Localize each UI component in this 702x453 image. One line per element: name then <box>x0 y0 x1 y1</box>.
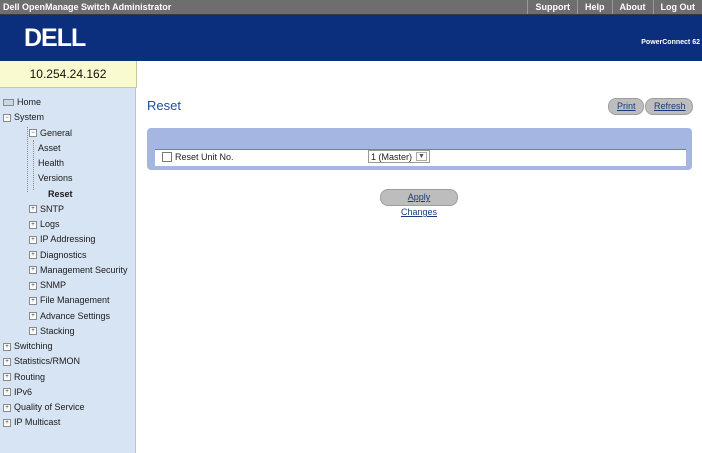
sidebar-item-sntp[interactable]: + SNTP <box>29 204 64 215</box>
sidebar-item-label: Home <box>17 97 42 107</box>
sidebar-item-diagnostics[interactable]: + Diagnostics <box>29 250 87 261</box>
reset-unit-select[interactable]: 1 (Master) ▼ <box>368 150 430 163</box>
plus-icon: + <box>3 357 11 366</box>
sidebar-item-file-management[interactable]: + File Management <box>29 295 110 306</box>
plus-icon: + <box>29 296 37 305</box>
sidebar-item-quality-of-service[interactable]: + Quality of Service <box>3 402 85 413</box>
sidebar-item-ip-multicast[interactable]: + IP Multicast <box>3 417 60 428</box>
plus-icon: + <box>3 388 11 397</box>
app-title: Dell OpenManage Switch Administrator <box>3 2 172 12</box>
page-title: Reset <box>147 98 181 113</box>
sidebar-item-label: Statistics/RMON <box>14 356 81 367</box>
sidebar-item-label: System <box>14 112 45 123</box>
sidebar-item-label: Diagnostics <box>40 249 87 260</box>
plus-icon: + <box>3 403 11 412</box>
minus-icon: − <box>29 129 37 138</box>
sidebar-item-health[interactable]: Health <box>38 158 64 169</box>
sidebar-item-label: Switching <box>14 341 53 351</box>
sidebar-item-label: IP Multicast <box>14 417 61 428</box>
plus-icon: + <box>29 251 37 260</box>
sidebar-item-label: SNMP <box>40 280 67 290</box>
reset-unit-value: 1 (Master) <box>371 151 413 162</box>
print-button[interactable]: Print <box>608 98 644 115</box>
plus-icon: + <box>29 312 37 321</box>
reset-unit-label: Reset Unit No. <box>175 152 234 162</box>
sidebar-item-statistics-rmon[interactable]: + Statistics/RMON <box>3 356 80 367</box>
sidebar-item-label: File Management <box>40 295 110 306</box>
plus-icon: + <box>29 205 37 214</box>
sidebar-item-routing[interactable]: + Routing <box>3 372 45 383</box>
about-link[interactable]: About <box>611 0 653 14</box>
plus-icon: + <box>3 373 11 382</box>
sidebar-item-switching[interactable]: + Switching <box>3 341 53 352</box>
dell-logo: DELL <box>24 24 86 52</box>
help-link[interactable]: Help <box>576 0 612 14</box>
sidebar-item-reset[interactable]: Reset <box>48 189 73 200</box>
sidebar-item-logs[interactable]: + Logs <box>29 219 60 230</box>
sidebar-item-label: General <box>40 127 73 138</box>
tree-line <box>33 140 34 190</box>
sidebar-item-label: Versions <box>38 173 73 184</box>
sidebar-item-label: Management Security <box>40 264 128 275</box>
sidebar-item-label: Health <box>38 158 65 168</box>
sidebar-item-label: IP Addressing <box>40 234 96 245</box>
sidebar-item-home[interactable]: Home <box>3 97 41 108</box>
plus-icon: + <box>3 342 11 351</box>
tree-line <box>27 127 28 192</box>
sidebar-item-label: IPv6 <box>14 386 33 397</box>
plus-icon: + <box>29 220 37 229</box>
support-link[interactable]: Support <box>527 0 577 14</box>
sidebar-item-management-security[interactable]: + Management Security <box>29 265 128 276</box>
sidebar-item-label: Asset <box>38 142 61 153</box>
plus-icon: + <box>29 235 37 244</box>
sidebar-item-ip-addressing[interactable]: + IP Addressing <box>29 234 95 245</box>
ip-address: 10.254.24.162 <box>29 67 107 81</box>
refresh-button[interactable]: Refresh <box>645 98 693 115</box>
sidebar-item-stacking[interactable]: + Stacking <box>29 326 75 337</box>
minus-icon: − <box>3 113 11 122</box>
sidebar-item-asset[interactable]: Asset <box>38 143 61 154</box>
sidebar-item-label: Reset <box>48 188 73 199</box>
sidebar-item-label: Advance Settings <box>40 310 111 321</box>
sidebar-item-advance-settings[interactable]: + Advance Settings <box>29 311 110 322</box>
home-icon <box>3 99 14 107</box>
sidebar-item-versions[interactable]: Versions <box>38 173 73 184</box>
plus-icon: + <box>29 266 37 275</box>
sidebar-item-label: SNTP <box>40 203 65 214</box>
product-name: PowerConnect 62 <box>641 39 700 46</box>
plus-icon: + <box>29 281 37 290</box>
sidebar-item-ipv6[interactable]: + IPv6 <box>3 387 32 398</box>
top-bar: Dell OpenManage Switch Administrator Sup… <box>0 0 702 15</box>
banner: DELL PowerConnect 62 <box>0 15 702 61</box>
sidebar-item-label: Stacking <box>40 325 75 336</box>
sidebar-item-snmp[interactable]: + SNMP <box>29 280 66 291</box>
chevron-down-icon: ▼ <box>416 152 427 161</box>
plus-icon: + <box>29 327 37 336</box>
sidebar-item-label: Quality of Service <box>14 402 85 412</box>
sidebar-item-general[interactable]: − General <box>29 128 72 139</box>
sidebar-item-label: Logs <box>40 219 60 229</box>
reset-unit-checkbox[interactable] <box>162 152 172 162</box>
sidebar-item-system[interactable]: − System <box>3 112 44 123</box>
logout-link[interactable]: Log Out <box>652 0 702 14</box>
plus-icon: + <box>3 418 11 427</box>
sidebar-item-label: Routing <box>14 371 46 382</box>
apply-changes-button[interactable]: Apply Changes <box>380 189 458 217</box>
top-links: Support Help About Log Out <box>527 0 702 14</box>
ip-bar: 10.254.24.162 <box>0 61 137 88</box>
